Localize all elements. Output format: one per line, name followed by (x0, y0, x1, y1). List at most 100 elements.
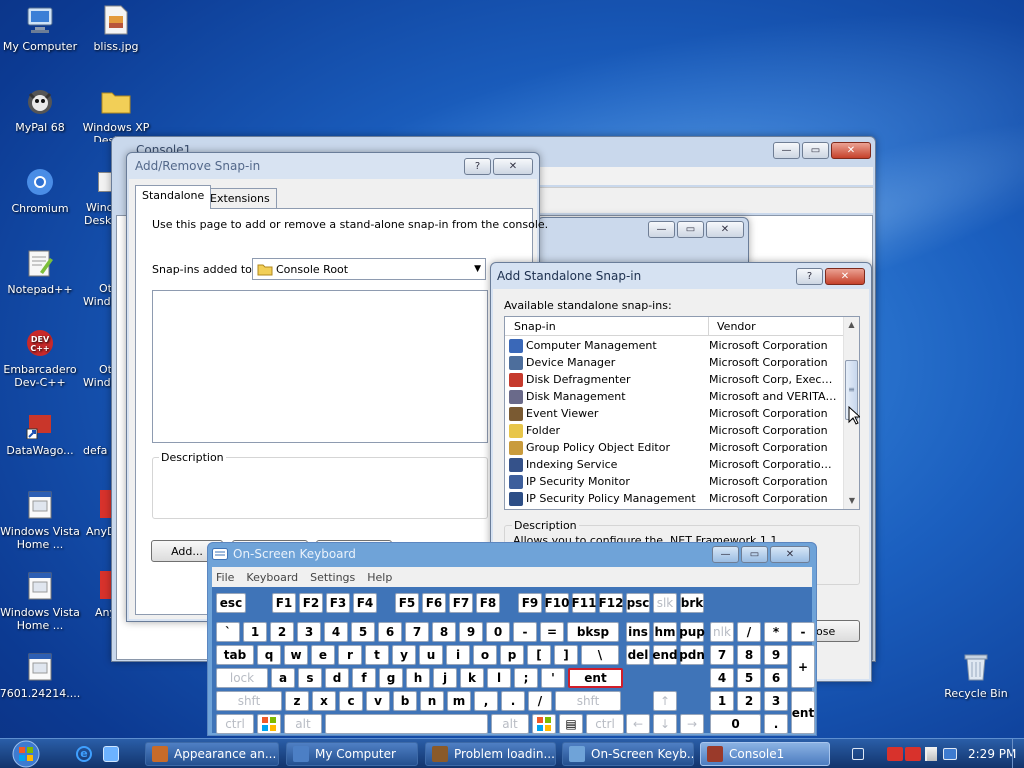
desktop-icon-vista-home-2[interactable]: Windows Vista Home ... (0, 569, 82, 632)
key[interactable]: 5 (737, 668, 761, 688)
key[interactable]: 0 (486, 622, 510, 642)
tray-red-icon-2[interactable] (905, 747, 921, 761)
key[interactable]: 4 (710, 668, 734, 688)
key[interactable]: ↓ (653, 714, 677, 734)
tray-network-icon[interactable] (943, 748, 957, 760)
key[interactable]: [ (527, 645, 551, 665)
clock[interactable]: 2:29 PM (968, 747, 1016, 761)
minimize-button[interactable]: — (773, 141, 800, 159)
key[interactable]: ` (216, 622, 240, 642)
key[interactable]: d (325, 668, 349, 688)
key[interactable]: = (540, 622, 564, 642)
menu-keyboard[interactable]: Keyboard (246, 571, 298, 584)
key[interactable]: y (392, 645, 416, 665)
key[interactable]: F9 (518, 593, 542, 613)
key[interactable]: 1 (710, 691, 734, 711)
key[interactable]: 9 (459, 622, 483, 642)
taskbar-item[interactable]: My Computer (286, 742, 418, 766)
key[interactable]: pdn (679, 645, 705, 665)
key[interactable]: t (365, 645, 389, 665)
key[interactable]: F2 (299, 593, 323, 613)
desktop-icon-datawago[interactable]: DataWago... (0, 407, 82, 457)
quicklaunch-explorer-icon[interactable] (103, 746, 119, 762)
key[interactable]: ent (568, 668, 623, 688)
key[interactable]: v (366, 691, 390, 711)
key[interactable]: F4 (353, 593, 377, 613)
add-remove-titlebar[interactable]: Add/Remove Snap-in ? ✕ (127, 153, 539, 179)
key[interactable]: a (271, 668, 295, 688)
key[interactable]: del (626, 645, 650, 665)
snapin-row[interactable]: Computer Management Microsoft Corporation (505, 337, 845, 354)
key[interactable]: ] (554, 645, 578, 665)
key[interactable]: shft (555, 691, 621, 711)
key[interactable]: - (513, 622, 537, 642)
key[interactable]: 2 (737, 691, 761, 711)
tray-keyboard-icon[interactable] (852, 748, 864, 760)
key-windows[interactable] (257, 714, 281, 734)
snapins-added-dropdown[interactable]: Console Root ▼ (252, 258, 486, 280)
key[interactable]: bksp (567, 622, 619, 642)
key[interactable]: psc (626, 593, 650, 613)
start-button[interactable] (6, 740, 46, 768)
scroll-down-arrow[interactable]: ▼ (844, 493, 859, 509)
menu-help[interactable]: Help (367, 571, 392, 584)
key[interactable]: 7 (710, 645, 734, 665)
key[interactable]: ent (791, 691, 815, 734)
column-header-snapin[interactable]: Snap-in (505, 317, 709, 335)
key[interactable]: F6 (422, 593, 446, 613)
snapin-row[interactable]: Disk Defragmenter Microsoft Corp, Execut.… (505, 371, 845, 388)
column-header-vendor[interactable]: Vendor (709, 317, 843, 335)
key-windows[interactable] (532, 714, 556, 734)
close-button[interactable]: ✕ (825, 267, 865, 285)
child-maximize-button[interactable]: ▭ (677, 220, 704, 238)
key[interactable]: alt (284, 714, 322, 734)
snapin-row[interactable]: IP Security Monitor Microsoft Corporation (505, 473, 845, 490)
key[interactable]: 0 (710, 714, 761, 734)
key[interactable]: 5 (351, 622, 375, 642)
snapin-row[interactable]: Indexing Service Microsoft Corporation, .… (505, 456, 845, 473)
key[interactable]: i (446, 645, 470, 665)
key[interactable]: 8 (737, 645, 761, 665)
child-close-button[interactable]: ✕ (706, 220, 744, 238)
taskbar-item[interactable]: Problem loadin... (425, 742, 556, 766)
taskbar-item[interactable]: Appearance an... (145, 742, 279, 766)
tray-red-icon-1[interactable] (887, 747, 903, 761)
snapin-listview[interactable]: Snap-in Vendor Computer Management Micros… (504, 316, 860, 510)
key[interactable]: h (406, 668, 430, 688)
snapin-row[interactable]: IP Security Policy Management Microsoft C… (505, 490, 845, 507)
key[interactable]: ; (514, 668, 538, 688)
tab-extensions[interactable]: Extensions (203, 188, 277, 208)
key[interactable]: 8 (432, 622, 456, 642)
key[interactable]: ins (626, 622, 650, 642)
key[interactable]: tab (216, 645, 254, 665)
tab-standalone[interactable]: Standalone (135, 185, 212, 209)
key[interactable]: / (737, 622, 761, 642)
key[interactable]: f (352, 668, 376, 688)
key[interactable]: w (284, 645, 308, 665)
key[interactable]: 2 (270, 622, 294, 642)
key[interactable]: e (311, 645, 335, 665)
key[interactable]: g (379, 668, 403, 688)
key[interactable]: c (339, 691, 363, 711)
desktop-icon-winxp-desktop[interactable]: Windows XP Desktop (74, 84, 158, 142)
key[interactable]: ctrl (216, 714, 254, 734)
key[interactable]: u (419, 645, 443, 665)
key[interactable]: ↑ (653, 691, 677, 711)
key[interactable]: F11 (572, 593, 596, 613)
key[interactable]: 1 (243, 622, 267, 642)
key[interactable]: p (500, 645, 524, 665)
desktop-icon-chromium[interactable]: Chromium (0, 165, 82, 215)
key[interactable]: slk (653, 593, 677, 613)
key[interactable]: 9 (764, 645, 788, 665)
desktop-icon-mypal[interactable]: MyPal 68 (0, 84, 82, 134)
snapin-row[interactable]: Disk Management Microsoft and VERITAS... (505, 388, 845, 405)
key[interactable]: F10 (545, 593, 569, 613)
key[interactable]: m (447, 691, 471, 711)
key[interactable]: n (420, 691, 444, 711)
quicklaunch-ie-icon[interactable]: e (76, 746, 92, 762)
desktop-icon-my-computer[interactable]: My Computer (0, 3, 82, 53)
key[interactable]: nlk (710, 622, 734, 642)
key[interactable]: F5 (395, 593, 419, 613)
key[interactable]: 3 (297, 622, 321, 642)
key[interactable]: r (338, 645, 362, 665)
